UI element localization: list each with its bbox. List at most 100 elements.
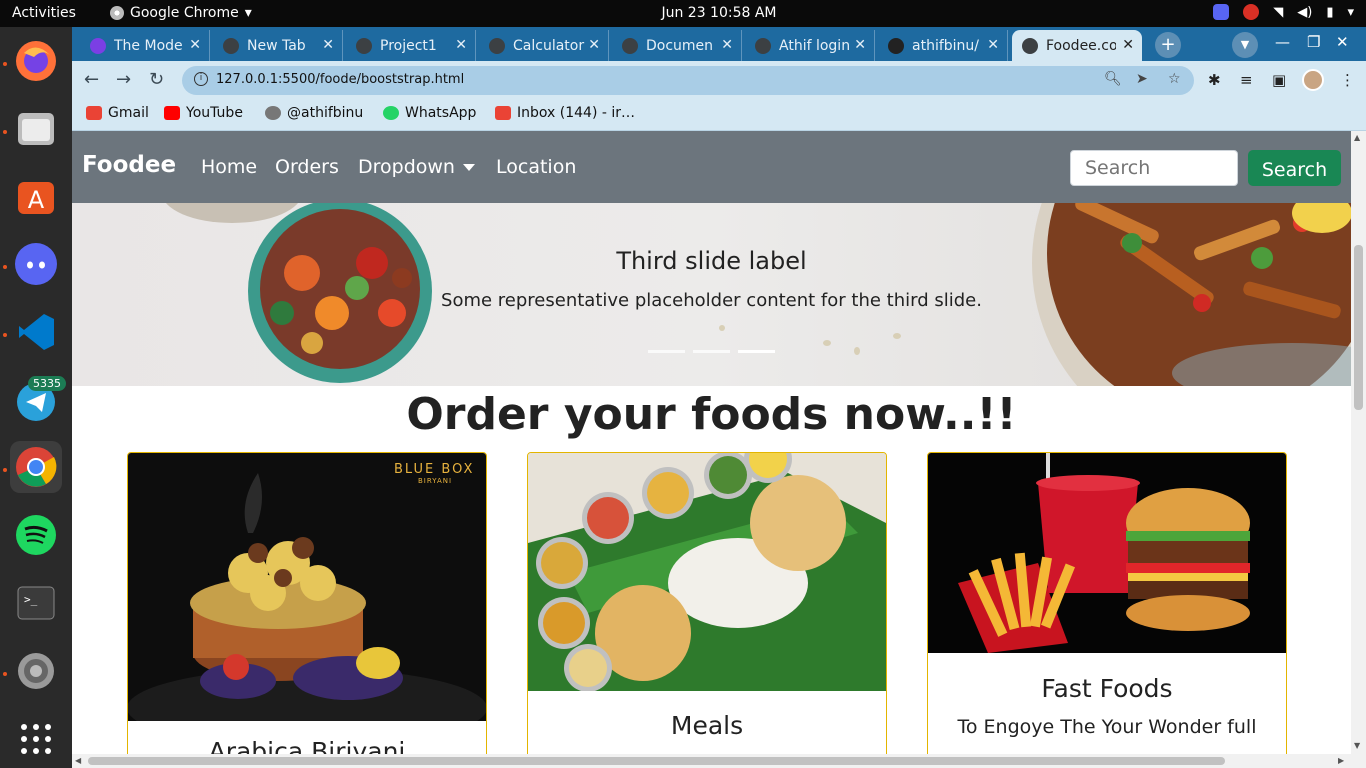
wifi-icon[interactable]: ◥ [1273, 5, 1283, 20]
food-card-meals[interactable]: Meals [527, 452, 887, 754]
side-panel-icon[interactable]: ▣ [1272, 71, 1286, 89]
app-center-launcher[interactable]: A [10, 170, 62, 222]
scroll-up-arrow-icon[interactable]: ▲ [1354, 133, 1360, 142]
tab-calculator[interactable]: Calculator ✕ [479, 30, 609, 61]
tab-new-tab[interactable]: New Tab ✕ [213, 30, 343, 61]
plus-icon: + [1160, 34, 1176, 55]
new-tab-button[interactable]: + [1155, 32, 1181, 58]
nav-link-orders[interactable]: Orders [275, 156, 339, 178]
carousel-indicator-2[interactable] [693, 350, 730, 353]
reload-icon[interactable]: ↻ [149, 69, 164, 90]
vertical-scrollbar[interactable]: ▲ ▼ [1351, 131, 1366, 768]
tab-favicon [1022, 37, 1038, 54]
bookmark-gmail[interactable]: Gmail [86, 105, 149, 121]
tab-strip: The Mode ✕ New Tab ✕ Project1 ✕ Calculat… [72, 27, 1366, 61]
close-icon[interactable]: ✕ [322, 37, 334, 53]
scroll-left-arrow-icon[interactable]: ◀ [75, 756, 81, 765]
food-card-fast-foods[interactable]: Fast Foods To Engoye The Your Wonder ful… [927, 452, 1287, 754]
bookmark-athifbinu[interactable]: @athifbinu [265, 105, 363, 121]
globe-icon [265, 106, 281, 120]
profile-avatar[interactable] [1302, 69, 1324, 91]
horizontal-scrollbar[interactable]: ◀ ▶ [72, 754, 1351, 768]
url-text[interactable]: 127.0.0.1:5500/foode/booststrap.html [216, 72, 464, 87]
chevron-down-icon[interactable]: ▾ [1347, 5, 1354, 20]
media-queue-icon[interactable]: ≡ [1240, 71, 1253, 89]
record-tray-icon[interactable] [1243, 4, 1260, 20]
forward-arrow-icon[interactable]: → [116, 69, 131, 90]
card-text: To Engoye The Your Wonder full [957, 716, 1257, 738]
discord-launcher[interactable] [10, 238, 62, 290]
chrome-launcher[interactable] [10, 441, 62, 493]
show-apps-button[interactable] [10, 713, 62, 765]
back-arrow-icon[interactable]: ← [84, 69, 99, 90]
address-bar[interactable]: i 127.0.0.1:5500/foode/booststrap.html 🔍… [182, 66, 1194, 95]
tab-favicon [223, 37, 239, 54]
spotify-launcher[interactable] [10, 509, 62, 561]
nav-link-home[interactable]: Home [201, 156, 257, 178]
close-icon[interactable]: ✕ [455, 37, 467, 53]
clock[interactable]: Jun 23 10:58 AM [0, 5, 1366, 21]
tab-the-mode[interactable]: The Mode ✕ [80, 30, 210, 61]
volume-icon[interactable]: ◀) [1297, 5, 1312, 20]
hero-carousel[interactable]: Third slide label Some representative pl… [72, 203, 1351, 386]
site-navbar: Foodee Home Orders Dropdown Location Sea… [72, 131, 1351, 203]
vscode-icon [19, 314, 54, 350]
card-title: Fast Foods [1041, 674, 1173, 703]
search-input[interactable] [1070, 150, 1238, 186]
close-icon[interactable]: ✕ [588, 37, 600, 53]
discord-tray-icon[interactable] [1213, 4, 1230, 20]
system-tray[interactable]: ◥ ◀) ▮ ▾ [1213, 4, 1354, 20]
extensions-icon[interactable]: ✱ [1208, 71, 1221, 89]
battery-icon[interactable]: ▮ [1326, 5, 1333, 20]
carousel-indicator-1[interactable] [648, 350, 685, 353]
site-info-icon[interactable]: i [194, 72, 208, 86]
vscode-launcher[interactable] [10, 306, 62, 358]
discord-icon [15, 243, 57, 285]
send-icon[interactable]: ➤ [1136, 71, 1148, 87]
firefox-launcher[interactable] [10, 35, 62, 87]
kebab-menu-icon[interactable]: ⋮ [1340, 71, 1355, 89]
close-icon[interactable]: ✕ [987, 37, 999, 53]
scroll-down-arrow-icon[interactable]: ▼ [1354, 741, 1360, 750]
tab-label: athifbinu/ [912, 37, 979, 54]
close-icon[interactable]: ✕ [854, 37, 866, 53]
bookmark-star-icon[interactable]: ☆ [1168, 71, 1181, 87]
food-card-biriyani[interactable]: BLUE BOX BIRYANI Arabica Biriyani [127, 452, 487, 754]
terminal-launcher[interactable]: >_ [10, 577, 62, 629]
site-brand[interactable]: Foodee [82, 152, 176, 178]
dock: A 5335 >_ [0, 27, 72, 768]
vertical-scroll-thumb[interactable] [1354, 245, 1363, 410]
blue-box-logo-subtext: BIRYANI [418, 477, 453, 485]
bookmark-youtube[interactable]: YouTube [164, 105, 243, 121]
nav-dropdown[interactable]: Dropdown [358, 156, 475, 178]
maximize-icon[interactable]: ❐ [1307, 33, 1320, 51]
bookmark-whatsapp[interactable]: WhatsApp [383, 105, 476, 121]
bookmark-inbox[interactable]: Inbox (144) - ir… [495, 105, 635, 121]
close-window-icon[interactable]: ✕ [1336, 33, 1349, 51]
tab-document[interactable]: Documen ✕ [612, 30, 742, 61]
close-icon[interactable]: ✕ [1122, 37, 1134, 53]
tab-athif-login[interactable]: Athif login ✕ [745, 30, 875, 61]
settings-launcher[interactable] [10, 645, 62, 697]
biriyani-image [128, 453, 486, 721]
zoom-icon[interactable]: 🔍︎ [1104, 71, 1122, 87]
horizontal-scroll-thumb[interactable] [88, 757, 1225, 765]
search-button[interactable]: Search [1248, 150, 1341, 186]
tab-favicon [622, 37, 638, 54]
files-launcher[interactable] [10, 103, 62, 155]
close-icon[interactable]: ✕ [721, 37, 733, 53]
running-indicator [3, 265, 7, 269]
tab-github[interactable]: athifbinu/ ✕ [878, 30, 1008, 61]
scroll-right-arrow-icon[interactable]: ▶ [1338, 756, 1344, 765]
tab-foodee[interactable]: Foodee.co ✕ [1012, 30, 1142, 61]
settings-icon [18, 653, 54, 689]
close-icon[interactable]: ✕ [189, 37, 201, 53]
carousel-indicator-3[interactable] [738, 350, 775, 353]
minimize-icon[interactable]: — [1275, 33, 1290, 51]
nav-link-location[interactable]: Location [496, 156, 576, 178]
tab-search-button[interactable]: ▼ [1232, 32, 1258, 58]
tab-project1[interactable]: Project1 ✕ [346, 30, 476, 61]
fast-foods-image [928, 453, 1286, 653]
svg-text:>_: >_ [24, 593, 38, 606]
system-top-bar: Activities Google Chrome ▾ Jun 23 10:58 … [0, 0, 1366, 27]
